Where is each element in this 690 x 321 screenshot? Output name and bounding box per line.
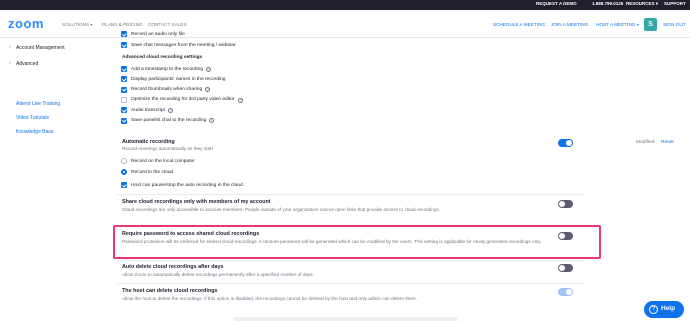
help-label: Help (661, 305, 676, 312)
sidebar-link-live-training[interactable]: Attend Live Training (16, 101, 60, 107)
nav-overlay (0, 10, 690, 38)
question-icon: ? (649, 305, 658, 314)
checkbox-advanced-option[interactable] (121, 76, 127, 83)
share-members-only-toggle[interactable] (558, 200, 573, 208)
radio-cloud-label: Record in the cloud (131, 169, 174, 175)
divider (117, 283, 584, 284)
advanced-option-label: Display participants' names in the recor… (131, 76, 226, 82)
automatic-recording-toggle[interactable] (558, 139, 573, 147)
request-demo-link[interactable]: REQUEST A DEMO (536, 1, 577, 6)
info-icon[interactable]: ? (209, 118, 214, 124)
host-delete-toggle[interactable] (558, 288, 573, 296)
host-pause-label: Host can pause/stop the auto recording i… (131, 182, 243, 188)
advanced-cloud-heading: Advanced cloud recording settings (122, 55, 203, 60)
radio-cloud[interactable] (121, 169, 127, 175)
chevron-right-icon: › (9, 44, 11, 50)
info-icon[interactable]: ? (168, 107, 173, 113)
checkbox-host-pause[interactable] (121, 182, 127, 188)
next-row-stub (233, 317, 458, 321)
radio-local-computer[interactable] (121, 158, 127, 164)
support-link[interactable]: SUPPORT (664, 1, 686, 6)
checkbox-advanced-option[interactable] (121, 66, 127, 72)
auto-delete-desc: Allow Zoom to automatically delete recor… (122, 272, 313, 277)
share-members-only-title: Share cloud recordings only with members… (122, 199, 271, 205)
auto-delete-title: Auto delete cloud recordings after days (122, 264, 224, 270)
divider (117, 260, 584, 261)
info-icon[interactable]: ? (205, 87, 210, 93)
host-delete-title: The host can delete cloud recordings (122, 288, 218, 294)
reset-link[interactable]: Reset (661, 140, 674, 145)
phone-number[interactable]: 1.888.799.0125 (592, 1, 623, 6)
checkbox-advanced-option[interactable] (121, 86, 127, 93)
help-button[interactable]: ? Help (644, 301, 684, 318)
advanced-option-label: Add a timestamp to the recording (131, 66, 204, 72)
sidebar-item-account-management[interactable]: Account Management (16, 45, 65, 51)
advanced-option-label: Save panelist chat to the recording (131, 118, 207, 123)
advanced-option-label: Optimize the recording for 3rd party vid… (131, 97, 235, 103)
info-icon[interactable]: ? (206, 66, 211, 72)
sidebar-link-knowledge-base[interactable]: Knowledge Base (16, 129, 54, 135)
automatic-recording-title: Automatic recording (122, 139, 175, 145)
automatic-recording-desc: Record meetings automatically as they st… (122, 146, 213, 151)
share-members-only-desc: Cloud recordings are only accessible to … (122, 207, 441, 212)
sidebar-item-advanced[interactable]: Advanced (16, 61, 38, 67)
checkbox-advanced-option[interactable] (121, 107, 127, 114)
advanced-option-label: Audio transcript (131, 107, 165, 113)
checkbox-advanced-option[interactable] (121, 117, 127, 124)
radio-local-computer-label: Record on the local computer (131, 158, 195, 164)
highlight-box (113, 225, 601, 259)
host-delete-desc: Allow the host to delete the recordings.… (122, 296, 417, 301)
info-icon[interactable]: ? (238, 97, 243, 103)
divider (117, 194, 584, 195)
auto-delete-toggle[interactable] (558, 264, 573, 272)
checkbox-save-chat[interactable] (121, 42, 127, 48)
chevron-right-icon: › (9, 60, 11, 66)
checkbox-advanced-option[interactable] (121, 96, 127, 103)
resources-menu[interactable]: RESOURCES ▾ (626, 1, 658, 7)
modified-label: Modified (636, 140, 655, 145)
sidebar-link-video-tutorials[interactable]: Video Tutorials (16, 115, 49, 121)
option-save-chat-label: Save chat messages from the meeting / we… (131, 42, 236, 48)
top-utility-bar: REQUEST A DEMO 1.888.799.0125 RESOURCES … (0, 0, 690, 10)
advanced-option-label: Record thumbnails when sharing (131, 87, 203, 93)
